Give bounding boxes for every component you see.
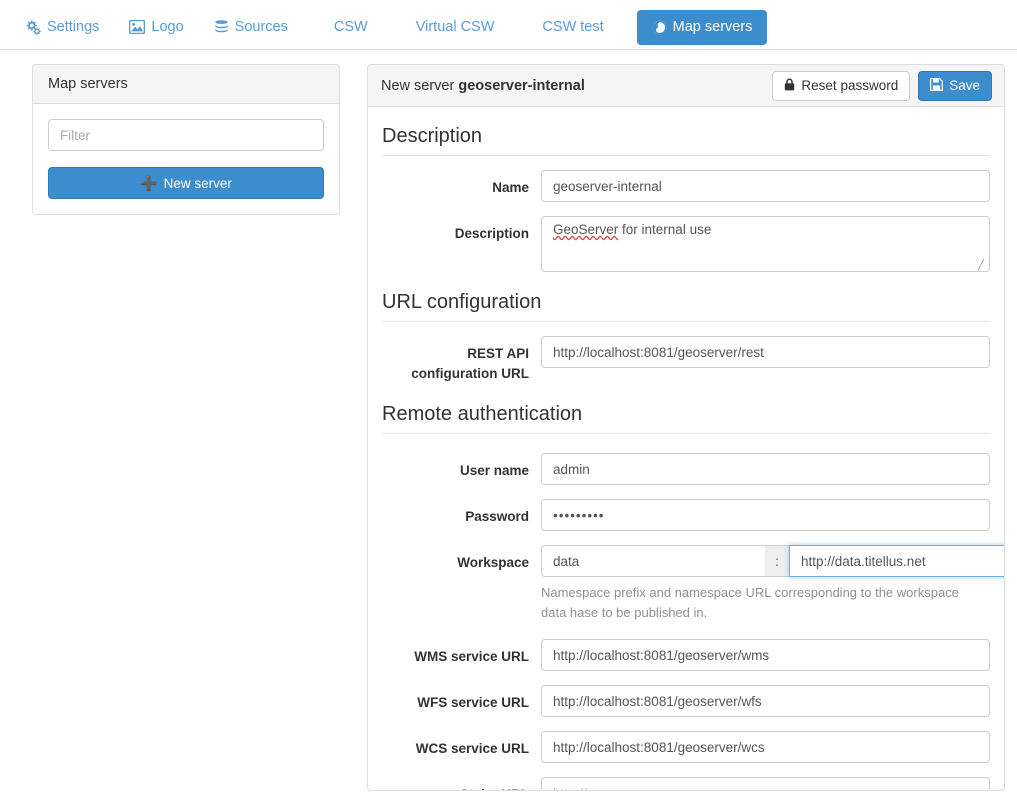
wfs-url-input[interactable] (541, 685, 990, 718)
tab-virtual-csw-label: Virtual CSW (415, 19, 495, 35)
styler-url-input[interactable] (541, 777, 990, 790)
server-form: Description Name Description GeoServer f… (368, 107, 1004, 790)
tab-settings-label: Settings (47, 19, 100, 36)
image-icon (129, 20, 146, 35)
form-row-workspace: Workspace : Namespace prefix and namespa… (382, 545, 1004, 622)
sidebar-panel-heading: Map servers (33, 65, 339, 104)
tab-logo[interactable]: Logo (114, 10, 198, 45)
database-icon (214, 20, 229, 35)
tab-map-servers-label: Map servers (672, 19, 753, 36)
tab-csw-test[interactable]: CSW test (527, 10, 618, 45)
gears-icon (25, 20, 41, 35)
floppy-disk-icon (930, 77, 944, 94)
new-server-button[interactable]: ➕ New server (48, 167, 324, 199)
sidebar-panel-body: ➕ New server (33, 104, 339, 214)
workspace-label: Workspace (457, 555, 529, 571)
section-title-description: Description (382, 125, 990, 156)
wcs-url-input[interactable] (541, 731, 990, 764)
description-textarea[interactable]: GeoServer for internal use ╱ (541, 216, 990, 272)
password-input[interactable] (541, 499, 990, 532)
workspace-input-group: : (541, 545, 1004, 578)
lock-icon (784, 78, 795, 94)
workspace-prefix-input[interactable] (541, 545, 765, 578)
workspace-url-input[interactable] (789, 545, 1004, 578)
wcs-url-label: WCS service URL (415, 741, 529, 757)
server-heading-name: geoserver-internal (458, 77, 585, 94)
form-row-password: Password (382, 499, 990, 532)
description-label: Description (454, 226, 529, 241)
description-value-rest: for internal use (618, 222, 712, 237)
server-editor-panel: New server geoserver-internal Reset pass… (367, 64, 1005, 791)
styler-url-label: Styler URL (382, 777, 541, 790)
reset-password-button[interactable]: Reset password (772, 70, 911, 101)
filter-input[interactable] (48, 119, 324, 151)
map-servers-sidebar-panel: Map servers ➕ New server (32, 64, 340, 215)
tab-logo-label: Logo (151, 19, 184, 35)
server-panel-heading: New server geoserver-internal Reset pass… (368, 65, 1004, 107)
server-heading-title: New server geoserver-internal (381, 78, 585, 94)
sidebar-title: Map servers (48, 76, 128, 92)
form-row-wcs-url: WCS service URL (382, 731, 990, 764)
username-label: User name (459, 463, 529, 479)
wms-url-input[interactable] (541, 639, 990, 672)
name-input[interactable] (541, 170, 990, 202)
server-heading-prefix: New server (381, 77, 455, 94)
server-heading-actions: Reset password Save (772, 70, 992, 101)
textarea-resize-handle[interactable]: ╱ (978, 261, 987, 271)
tab-sources[interactable]: Sources (199, 10, 303, 45)
tab-csw-test-label: CSW test (542, 19, 604, 35)
section-title-url-configuration: URL configuration (382, 291, 990, 322)
wfs-url-label: WFS service URL (417, 695, 529, 711)
globe-icon (652, 20, 667, 35)
wms-url-label: WMS service URL (414, 649, 529, 665)
tab-csw[interactable]: CSW (319, 10, 383, 45)
tab-virtual-csw[interactable]: Virtual CSW (401, 10, 510, 45)
new-server-button-label: New server (163, 175, 232, 191)
plus-icon: ➕ (140, 175, 158, 191)
form-row-description: Description GeoServer for internal use ╱ (382, 216, 990, 272)
name-label: Name (492, 180, 529, 195)
workspace-help-text: Namespace prefix and namespace URL corre… (541, 585, 959, 620)
tab-sources-label: Sources (234, 19, 288, 36)
description-spellchecked-word: GeoServer (553, 222, 619, 237)
form-row-wms-url: WMS service URL (382, 639, 990, 672)
rest-api-url-input[interactable] (541, 336, 990, 368)
tab-map-servers[interactable]: Map servers (636, 10, 768, 45)
save-button[interactable]: Save (918, 70, 992, 101)
rest-api-url-label: REST API configuration URL (411, 346, 529, 381)
settings-tab-list: Settings Logo Sources CSW Virtual CSW CS… (10, 10, 768, 50)
username-input[interactable] (541, 453, 990, 486)
tab-csw-label: CSW (333, 19, 368, 35)
password-label: Password (465, 509, 529, 525)
form-row-rest-api-url: REST API configuration URL (382, 336, 990, 383)
form-row-wfs-url: WFS service URL (382, 685, 990, 718)
form-row-username: User name (382, 453, 990, 486)
tab-settings[interactable]: Settings (10, 10, 114, 45)
section-title-remote-authentication: Remote authentication (382, 403, 990, 435)
top-navbar: Settings Logo Sources CSW Virtual CSW CS… (0, 0, 1017, 50)
form-row-name: Name (382, 170, 990, 202)
save-button-label: Save (949, 77, 980, 93)
form-row-styler-url: Styler URL (382, 777, 990, 790)
workspace-separator-addon: : (765, 545, 789, 578)
reset-password-button-label: Reset password (801, 77, 899, 93)
